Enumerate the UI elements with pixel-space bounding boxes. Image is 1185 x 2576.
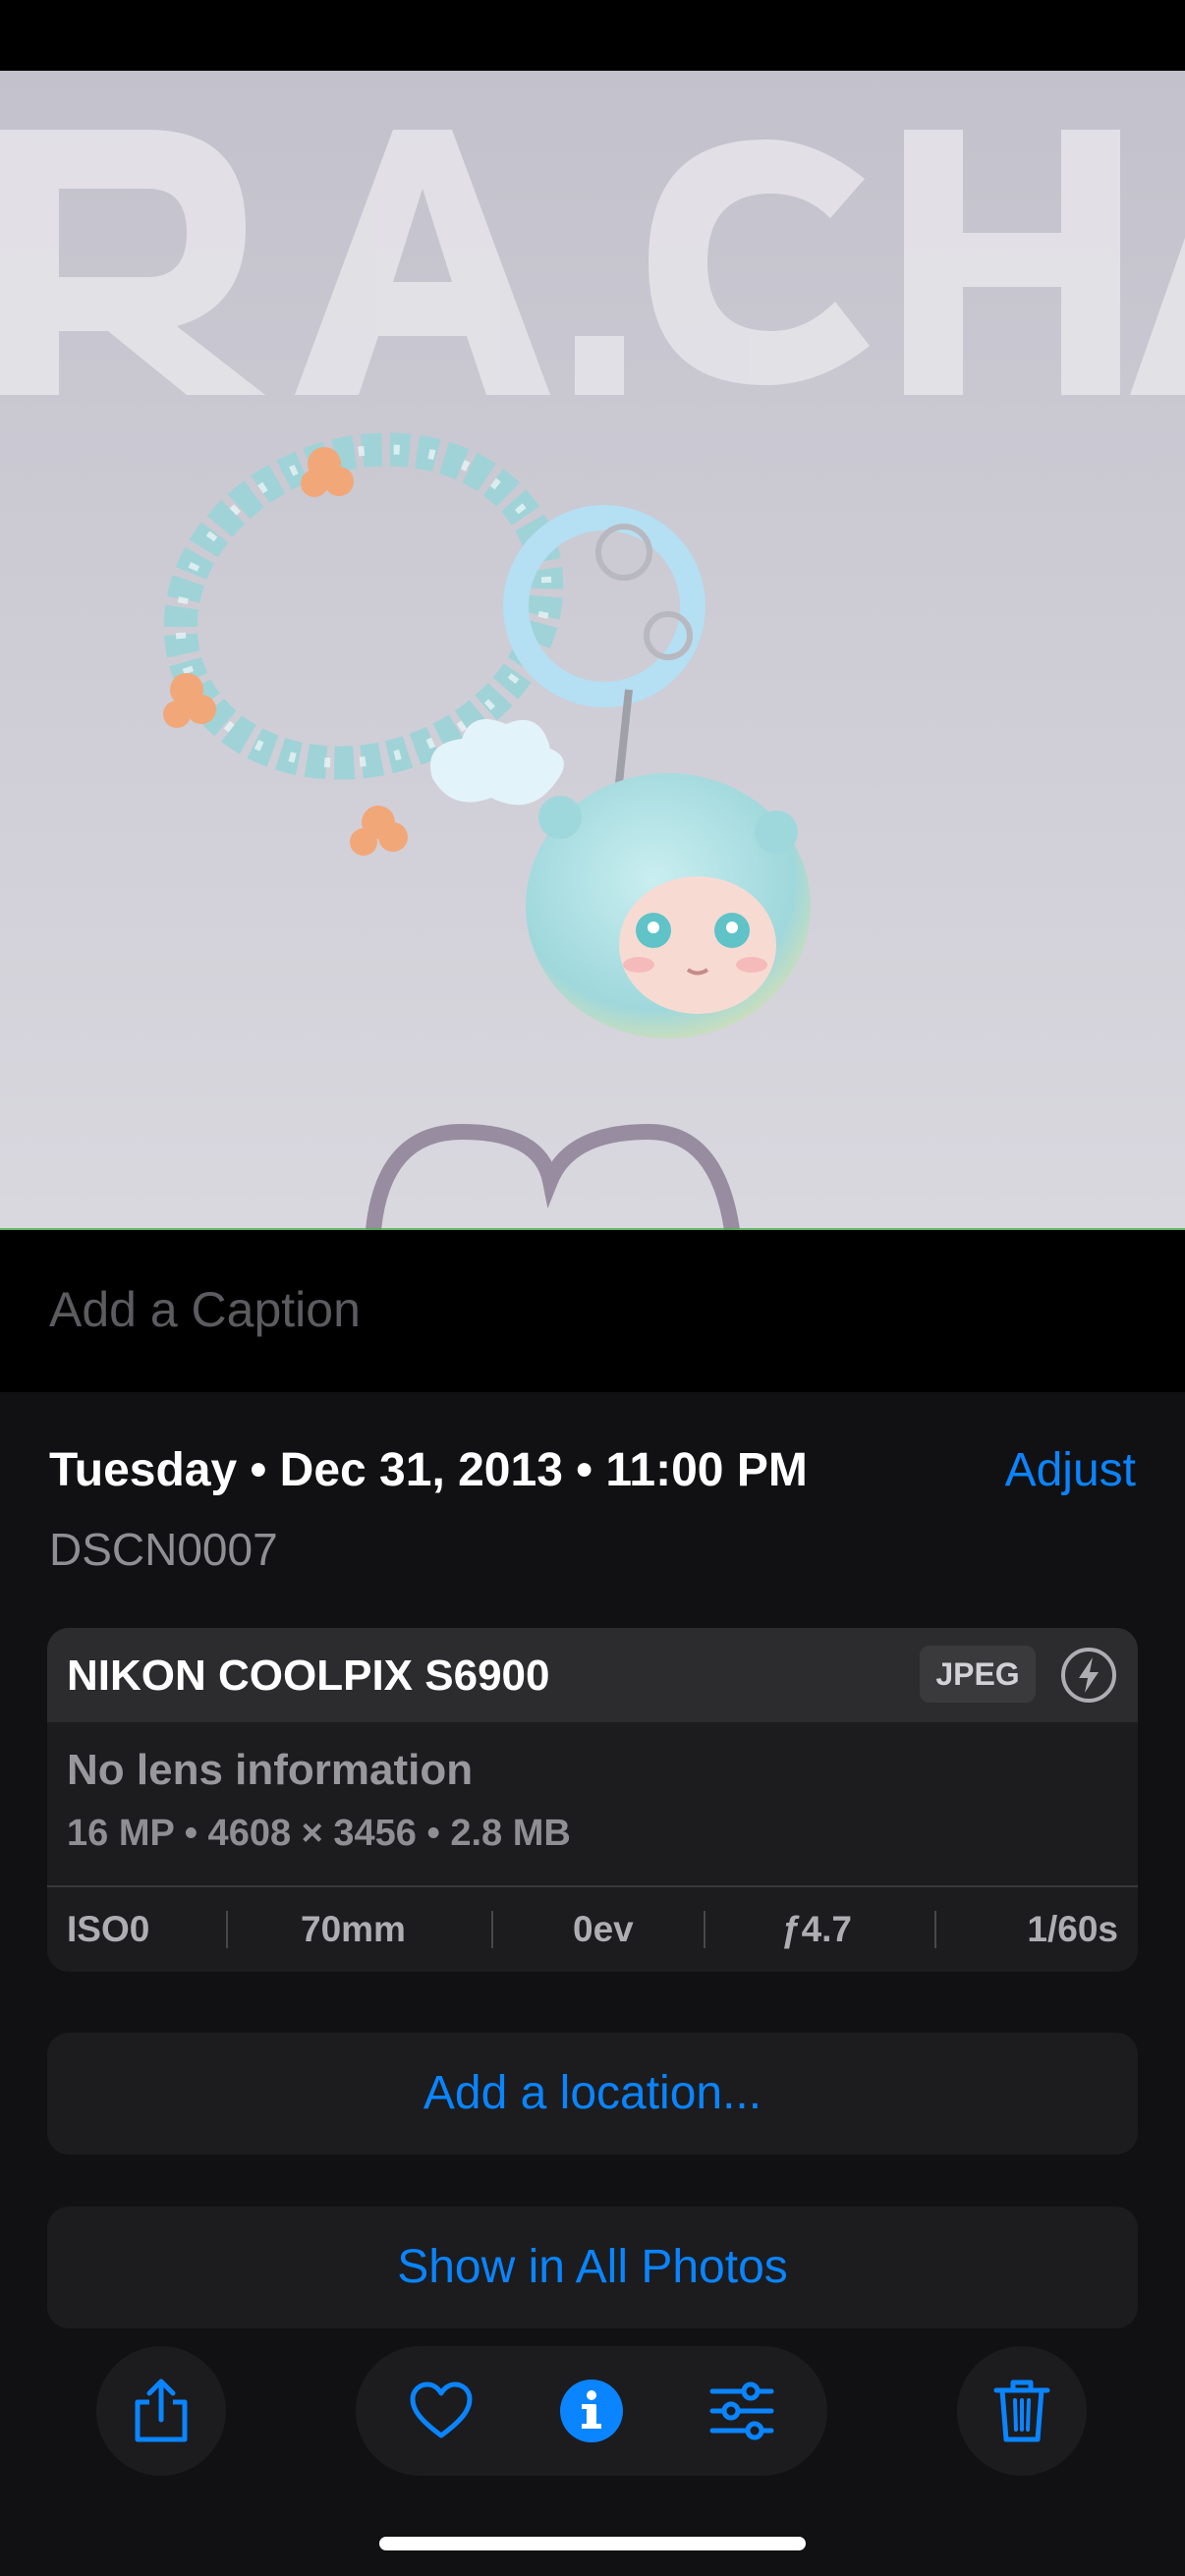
exif-separator xyxy=(226,1911,228,1948)
photo-filename: DSCN0007 xyxy=(49,1524,278,1575)
exif-row: ISO0 70mm 0ev ƒ4.7 1/60s xyxy=(47,1887,1138,1972)
show-in-all-photos-button[interactable]: Show in All Photos xyxy=(47,2207,1138,2328)
toolbar-pill xyxy=(356,2346,827,2476)
exif-aperture: ƒ4.7 xyxy=(781,1909,853,1949)
exif-separator xyxy=(704,1911,705,1948)
sliders-icon xyxy=(709,2381,774,2440)
info-button[interactable] xyxy=(559,2379,624,2443)
add-location-button[interactable]: Add a location... xyxy=(47,2033,1138,2155)
info-icon xyxy=(560,2380,623,2442)
camera-info-card: NIKON COOLPIX S6900 JPEG No lens informa… xyxy=(47,1628,1138,1972)
delete-button[interactable] xyxy=(957,2346,1087,2476)
keychain-photo xyxy=(0,71,1185,1230)
exif-iso: ISO0 xyxy=(67,1909,150,1949)
image-specs: 16 MP • 4608 × 3456 • 2.8 MB xyxy=(67,1813,571,1854)
heart-icon xyxy=(410,2381,473,2438)
exif-shutter: 1/60s xyxy=(1027,1909,1118,1949)
adjust-button[interactable]: Adjust xyxy=(1005,1443,1136,1497)
lens-info: No lens information xyxy=(67,1746,474,1794)
format-badge: JPEG xyxy=(920,1646,1036,1703)
photo-date: Tuesday • Dec 31, 2013 • 11:00 PM xyxy=(49,1444,808,1496)
favorite-button[interactable] xyxy=(409,2379,474,2443)
trash-icon xyxy=(993,2380,1050,2442)
flash-icon xyxy=(1061,1648,1116,1703)
camera-model: NIKON COOLPIX S6900 xyxy=(67,1652,550,1700)
caption-input[interactable] xyxy=(49,1281,1130,1338)
exif-exposure: 0ev xyxy=(573,1909,634,1949)
share-button[interactable] xyxy=(96,2346,226,2476)
caption-area xyxy=(0,1230,1185,1392)
exif-focal-length: 70mm xyxy=(301,1909,406,1949)
home-indicator[interactable] xyxy=(379,2537,806,2550)
photo-image[interactable] xyxy=(0,71,1185,1230)
share-icon xyxy=(135,2379,188,2442)
exif-separator xyxy=(934,1911,936,1948)
edit-button[interactable] xyxy=(709,2379,774,2443)
exif-separator xyxy=(491,1911,493,1948)
camera-header: NIKON COOLPIX S6900 JPEG xyxy=(47,1628,1138,1722)
